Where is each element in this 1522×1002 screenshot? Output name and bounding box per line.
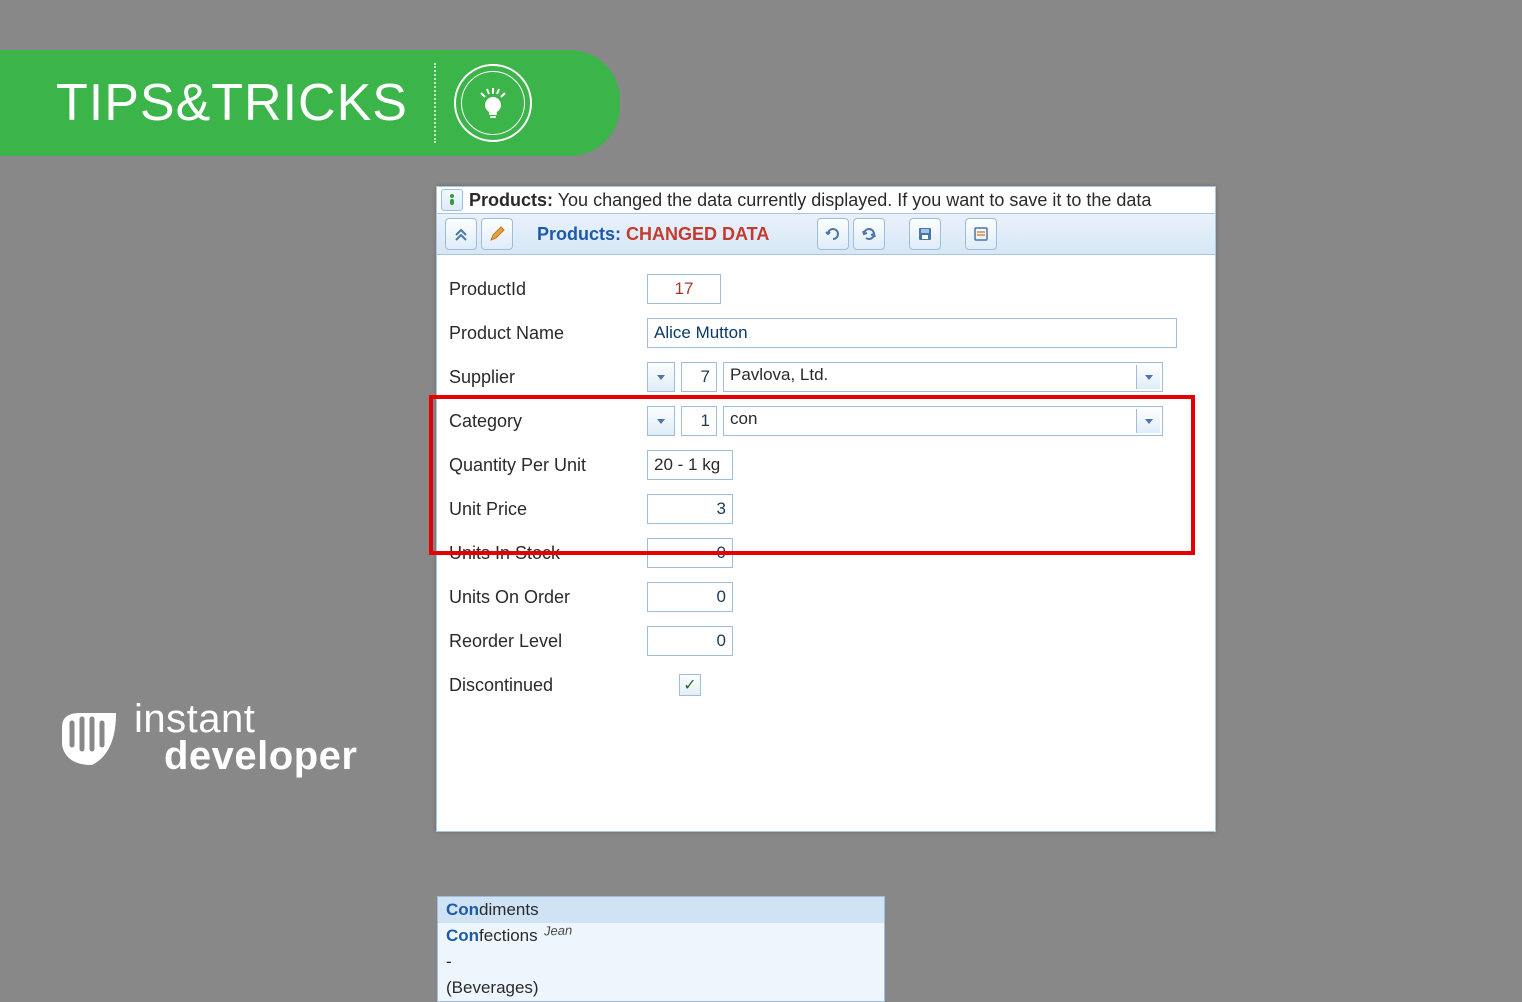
refresh-button[interactable] — [853, 218, 885, 250]
input-product-name[interactable] — [647, 318, 1177, 348]
pencil-icon — [489, 226, 505, 242]
brand-line1: instant — [134, 701, 357, 738]
brand-logo: instant developer — [56, 701, 357, 775]
brand-line2: developer — [164, 738, 357, 775]
category-id-dropdown-button[interactable] — [647, 406, 675, 436]
label-product-name: Product Name — [449, 323, 633, 344]
row-product-name: Product Name — [449, 311, 1203, 355]
toolbar-title: Products: CHANGED DATA — [517, 224, 781, 245]
collapse-button[interactable] — [445, 218, 477, 250]
row-reorder-level: Reorder Level — [449, 619, 1203, 663]
dropdown-item-blank[interactable]: - — [438, 949, 884, 975]
double-chevron-up-icon — [453, 226, 469, 242]
label-unit-price: Unit Price — [449, 499, 633, 520]
header-message: Products: You changed the data currently… — [469, 190, 1151, 211]
refresh-icon — [860, 225, 878, 243]
category-search-dropdown-button[interactable] — [1136, 409, 1160, 433]
label-product-id: ProductId — [449, 279, 633, 300]
form-body: ProductId Product Name Supplier Pavlova,… — [437, 255, 1215, 831]
input-reorder-level[interactable] — [647, 626, 733, 656]
row-unit-price: Unit Price — [449, 487, 1203, 531]
label-supplier: Supplier — [449, 367, 633, 388]
input-category-search[interactable]: con — [723, 406, 1163, 436]
label-units-in-stock: Units In Stock — [449, 543, 633, 564]
check-icon: ✓ — [683, 675, 696, 695]
supplier-name-dropdown-button[interactable] — [1136, 365, 1160, 389]
row-product-id: ProductId — [449, 267, 1203, 311]
dropdown-item-confections[interactable]: Confections Jean — [438, 923, 884, 949]
edit-button[interactable] — [481, 218, 513, 250]
checkbox-discontinued[interactable]: ✓ — [679, 674, 701, 696]
label-category: Category — [449, 411, 633, 432]
row-units-in-stock: Units In Stock — [449, 531, 1203, 575]
undo-button[interactable] — [817, 218, 849, 250]
input-unit-price[interactable] — [647, 494, 733, 524]
chevron-down-icon — [1145, 375, 1153, 380]
window-header: Products: You changed the data currently… — [437, 187, 1215, 214]
category-dropdown-list[interactable]: Condiments Confections Jean - (Beverages… — [437, 896, 885, 1002]
banner-title: TIPS&TRICKS — [56, 73, 408, 133]
label-units-on-order: Units On Order — [449, 587, 633, 608]
input-category-id[interactable] — [681, 406, 717, 436]
row-qty-per-unit: Quantity Per Unit — [449, 443, 1203, 487]
label-reorder-level: Reorder Level — [449, 631, 633, 652]
chevron-down-icon — [657, 419, 665, 424]
floppy-disk-icon — [917, 226, 933, 242]
input-supplier-id[interactable] — [681, 362, 717, 392]
form-icon — [973, 226, 989, 242]
input-units-on-order[interactable] — [647, 582, 733, 612]
supplier-id-dropdown-button[interactable] — [647, 362, 675, 392]
banner-divider — [434, 63, 436, 143]
input-supplier-name[interactable]: Pavlova, Ltd. — [723, 362, 1163, 392]
row-discontinued: Discontinued ✓ — [449, 663, 1203, 707]
properties-button[interactable] — [965, 218, 997, 250]
brand-mark-icon — [56, 705, 122, 771]
dropdown-item-current[interactable]: (Beverages) — [438, 975, 884, 1001]
input-product-id[interactable] — [647, 274, 721, 304]
dropdown-item-condiments[interactable]: Condiments — [438, 897, 884, 923]
products-form-window: Products: You changed the data currently… — [436, 186, 1216, 832]
chevron-down-icon — [657, 375, 665, 380]
input-units-in-stock[interactable] — [647, 538, 733, 568]
lightbulb-icon — [473, 83, 513, 123]
chevron-down-icon — [1145, 419, 1153, 424]
row-supplier: Supplier Pavlova, Ltd. — [449, 355, 1203, 399]
undo-icon — [824, 225, 842, 243]
lightbulb-badge — [454, 64, 532, 142]
category-search-text: con — [730, 409, 757, 428]
input-qty-per-unit[interactable] — [647, 450, 733, 480]
row-category: Category con — [449, 399, 1203, 443]
label-discontinued: Discontinued — [449, 675, 633, 696]
tips-tricks-banner: TIPS&TRICKS — [0, 50, 620, 156]
info-icon — [441, 189, 463, 211]
annotation-jean: Jean — [544, 923, 573, 939]
label-qty-per-unit: Quantity Per Unit — [449, 455, 633, 476]
supplier-name-text: Pavlova, Ltd. — [730, 365, 828, 384]
row-units-on-order: Units On Order — [449, 575, 1203, 619]
save-button[interactable] — [909, 218, 941, 250]
window-toolbar: Products: CHANGED DATA — [437, 214, 1215, 255]
